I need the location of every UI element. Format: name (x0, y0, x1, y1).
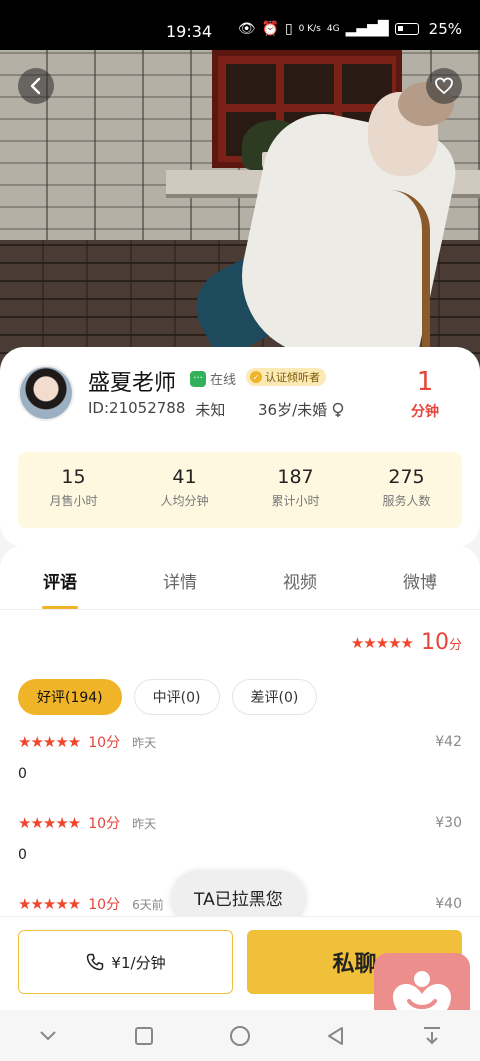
overall-rating: ★★★★★ 10分 (351, 630, 462, 655)
review-date: 6天前 (132, 897, 164, 912)
stat-total-hours: 187 累计小时 (240, 452, 351, 528)
tab-videos[interactable]: 视频 (240, 546, 360, 609)
network-type: 4G (326, 24, 340, 34)
verified-label: 认证倾听者 (265, 371, 320, 384)
id-line: ID:21052788 未知 (88, 399, 225, 420)
heart-icon (435, 77, 453, 95)
review-amount: ¥42 (435, 734, 462, 750)
profile-card: 盛夏老师 ··· 在线 ✓ 认证倾听者 ID:21052788 未知 36岁/未… (0, 347, 480, 547)
review-amount: ¥30 (435, 815, 462, 831)
triangle-back-icon (328, 1026, 343, 1045)
rating-stars: ★★★★★ (350, 633, 414, 652)
tab-details[interactable]: 详情 (120, 546, 240, 609)
age-marital: 36岁/未婚 (258, 401, 328, 419)
signal-icon: ▂▄▆█ (345, 21, 389, 37)
nav-notification-button[interactable] (412, 1016, 452, 1056)
pull-down-icon (424, 1026, 440, 1044)
review-amount: ¥40 (435, 896, 462, 912)
stat-value: 275 (388, 466, 425, 488)
stat-label: 累计小时 (271, 494, 320, 508)
nav-recents-button[interactable] (124, 1016, 164, 1056)
stat-label: 月售小时 (49, 494, 98, 508)
review-stars: ★★★★★ (18, 814, 81, 832)
stat-label: 服务人数 (382, 494, 431, 508)
tab-bar: 评语 详情 视频 微博 (0, 546, 480, 610)
review-filters: 好评(194) 中评(0) 差评(0) (18, 679, 318, 715)
circle-icon (230, 1025, 250, 1046)
female-icon (332, 402, 344, 417)
square-icon (135, 1026, 153, 1045)
online-status: ··· 在线 (190, 369, 236, 388)
chevron-down-icon (40, 1030, 56, 1040)
review-score: 10分 (88, 897, 121, 913)
phone-icon (87, 953, 104, 971)
system-nav-bar (0, 1010, 480, 1061)
verified-icon: ✓ (250, 371, 262, 383)
review-date: 昨天 (132, 816, 157, 831)
filter-positive[interactable]: 好评(194) (18, 679, 122, 715)
stat-value: 41 (172, 466, 197, 488)
rating-score: 10分 (421, 630, 462, 655)
cover-photo (0, 50, 480, 370)
chevron-left-icon (30, 77, 41, 95)
stat-monthly-hours: 15 月售小时 (18, 452, 129, 528)
stats-panel: 15 月售小时 41 人均分钟 187 累计小时 275 服务人数 (18, 452, 462, 528)
battery-percent: 25% (428, 20, 462, 38)
nav-home-button[interactable] (220, 1016, 260, 1056)
status-icons: 👁 ⏰ ▯ 0 K/s 4G ▂▄▆█ 25% (238, 20, 462, 38)
favorite-button[interactable] (426, 68, 462, 104)
eye-icon: 👁 (237, 21, 256, 37)
content-panel: 评语 详情 视频 微博 ★★★★★ 10分 好评(194) 中评(0) 差评(0… (0, 546, 480, 916)
back-button[interactable] (18, 68, 54, 104)
chat-bubble-icon: ··· (190, 370, 206, 387)
stat-people-served: 275 服务人数 (351, 452, 462, 528)
call-label: ¥1/分钟 (111, 953, 166, 972)
filter-negative[interactable]: 差评(0) (231, 679, 318, 715)
vibrate-icon: ▯ (284, 21, 293, 37)
stat-value: 15 (61, 466, 86, 488)
battery-icon (394, 23, 419, 35)
review-item: ★★★★★ 10分 昨天 ¥30 0 (18, 813, 462, 863)
review-text: 0 (18, 766, 27, 782)
verified-badge: ✓ 认证倾听者 (246, 368, 326, 386)
age-line: 36岁/未婚 (258, 399, 345, 420)
review-text: 0 (18, 847, 27, 863)
status-time: 19:34 (166, 22, 213, 41)
review-stars: ★★★★★ (18, 895, 81, 913)
stat-label: 人均分钟 (160, 494, 209, 508)
user-id: ID:21052788 (88, 399, 186, 417)
review-item: ★★★★★ 10分 昨天 ¥42 0 (18, 732, 462, 782)
tab-reviews[interactable]: 评语 (0, 546, 120, 609)
rating-score-unit: 分 (448, 638, 462, 653)
price-unit: 分钟 (411, 404, 439, 420)
price-value: 1 (416, 367, 434, 397)
profile-name: 盛夏老师 (88, 371, 177, 396)
nav-back-button[interactable] (316, 1016, 356, 1056)
nav-collapse-button[interactable] (28, 1016, 68, 1056)
review-stars: ★★★★★ (18, 733, 81, 751)
net-speed: 0 K/s (298, 23, 321, 34)
review-score: 10分 (88, 735, 121, 751)
user-location: 未知 (195, 401, 226, 419)
stat-avg-minutes: 41 人均分钟 (129, 452, 240, 528)
online-label: 在线 (210, 373, 237, 388)
review-score: 10分 (88, 816, 121, 832)
stat-value: 187 (277, 466, 314, 488)
review-date: 昨天 (132, 735, 157, 750)
avatar[interactable] (18, 365, 74, 421)
rating-score-value: 10 (420, 630, 449, 655)
filter-neutral[interactable]: 中评(0) (133, 679, 220, 715)
tab-weibo[interactable]: 微博 (360, 546, 480, 609)
call-button[interactable]: ¥1/分钟 (18, 930, 233, 994)
status-bar: 19:34 👁 ⏰ ▯ 0 K/s 4G ▂▄▆█ 25% (0, 0, 480, 50)
alarm-icon: ⏰ (261, 21, 279, 37)
